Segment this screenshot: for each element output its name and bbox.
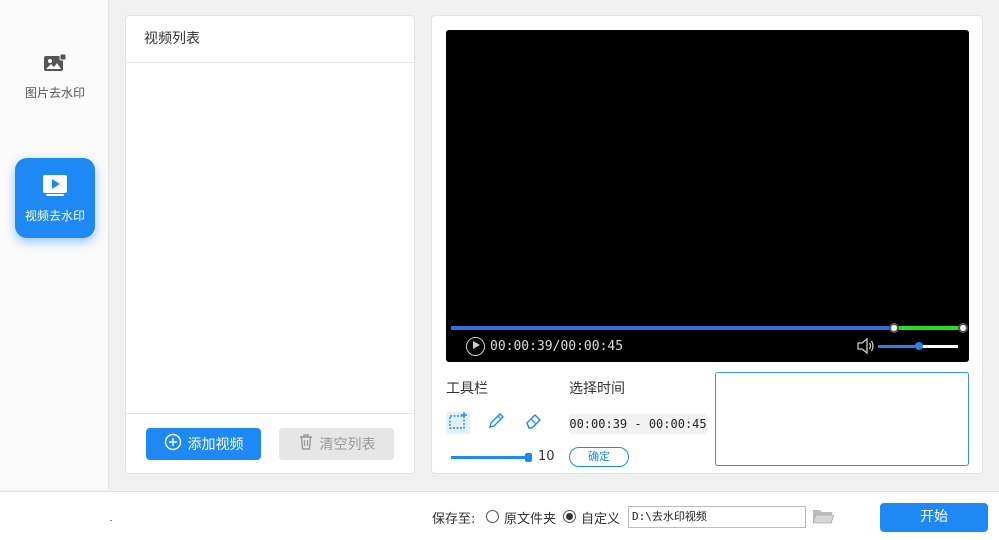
selection-range-bar[interactable] [894,326,965,330]
confirm-button[interactable]: 确定 [569,447,629,467]
plus-circle-icon [164,433,182,455]
video-list-title: 视频列表 [126,16,414,63]
volume-handle[interactable] [915,342,923,350]
video-preview[interactable]: 00:00:39/00:00:45 [446,30,969,362]
save-to-label: 保存至: [432,512,476,527]
folder-browse-icon[interactable] [812,507,835,529]
volume-icon[interactable] [857,337,875,358]
play-button[interactable] [466,337,485,356]
video-list[interactable] [126,63,414,413]
add-video-label: 添加视频 [187,437,244,453]
volume-slider[interactable] [878,342,958,350]
toolbar-label: 工具栏 [446,381,488,397]
divider-dot [110,520,112,521]
pencil-tool[interactable] [484,412,508,434]
selection-end-handle[interactable] [958,323,968,333]
player-panel: 00:00:39/00:00:45 工具栏 10 选择时间 00:00:39 -… [431,15,983,474]
clear-list-button[interactable]: 清空列表 [279,428,394,460]
rect-select-tool[interactable] [446,412,470,434]
brush-size-slider[interactable] [451,456,529,459]
sidebar-item-label: 图片去水印 [24,85,85,100]
sidebar: 图片去水印 视频去水印 [0,0,109,490]
sidebar-item-image-watermark[interactable]: 图片去水印 [15,37,95,117]
radio-custom-label: 自定义 [581,512,621,527]
bottom-bar: 保存至: 原文件夹 自定义 D:\去水印视频 开始 [0,491,999,540]
add-video-button[interactable]: 添加视频 [146,428,261,460]
info-textbox[interactable] [715,372,969,466]
volume-fill [878,345,918,348]
brush-size-value: 10 [538,449,555,464]
playback-time: 00:00:39/00:00:45 [490,339,624,354]
play-icon [471,339,481,354]
rect-select-icon [448,412,468,434]
radio-original-folder[interactable] [486,510,499,523]
image-icon [43,53,67,78]
brush-size-handle[interactable] [525,453,532,462]
video-list-panel: 视频列表 添加视频 清空列表 [125,15,415,474]
pencil-icon [487,412,505,434]
trash-icon [298,433,314,455]
radio-custom[interactable] [563,510,576,523]
video-play-icon [42,173,68,201]
save-path-input[interactable]: D:\去水印视频 [628,506,806,528]
progress-handle[interactable] [889,323,899,333]
eraser-tool[interactable] [522,412,546,434]
clear-list-label: 清空列表 [319,437,376,453]
eraser-icon [525,412,543,434]
sidebar-item-video-watermark[interactable]: 视频去水印 [15,158,95,238]
time-range-field[interactable]: 00:00:39 - 00:00:45 [569,414,707,434]
sidebar-item-label: 视频去水印 [24,208,85,223]
radio-original-folder-label: 原文件夹 [504,512,557,527]
video-list-footer: 添加视频 清空列表 [126,413,414,473]
start-button[interactable]: 开始 [880,503,988,532]
select-time-label: 选择时间 [569,381,625,397]
progress-bar[interactable] [451,326,965,330]
